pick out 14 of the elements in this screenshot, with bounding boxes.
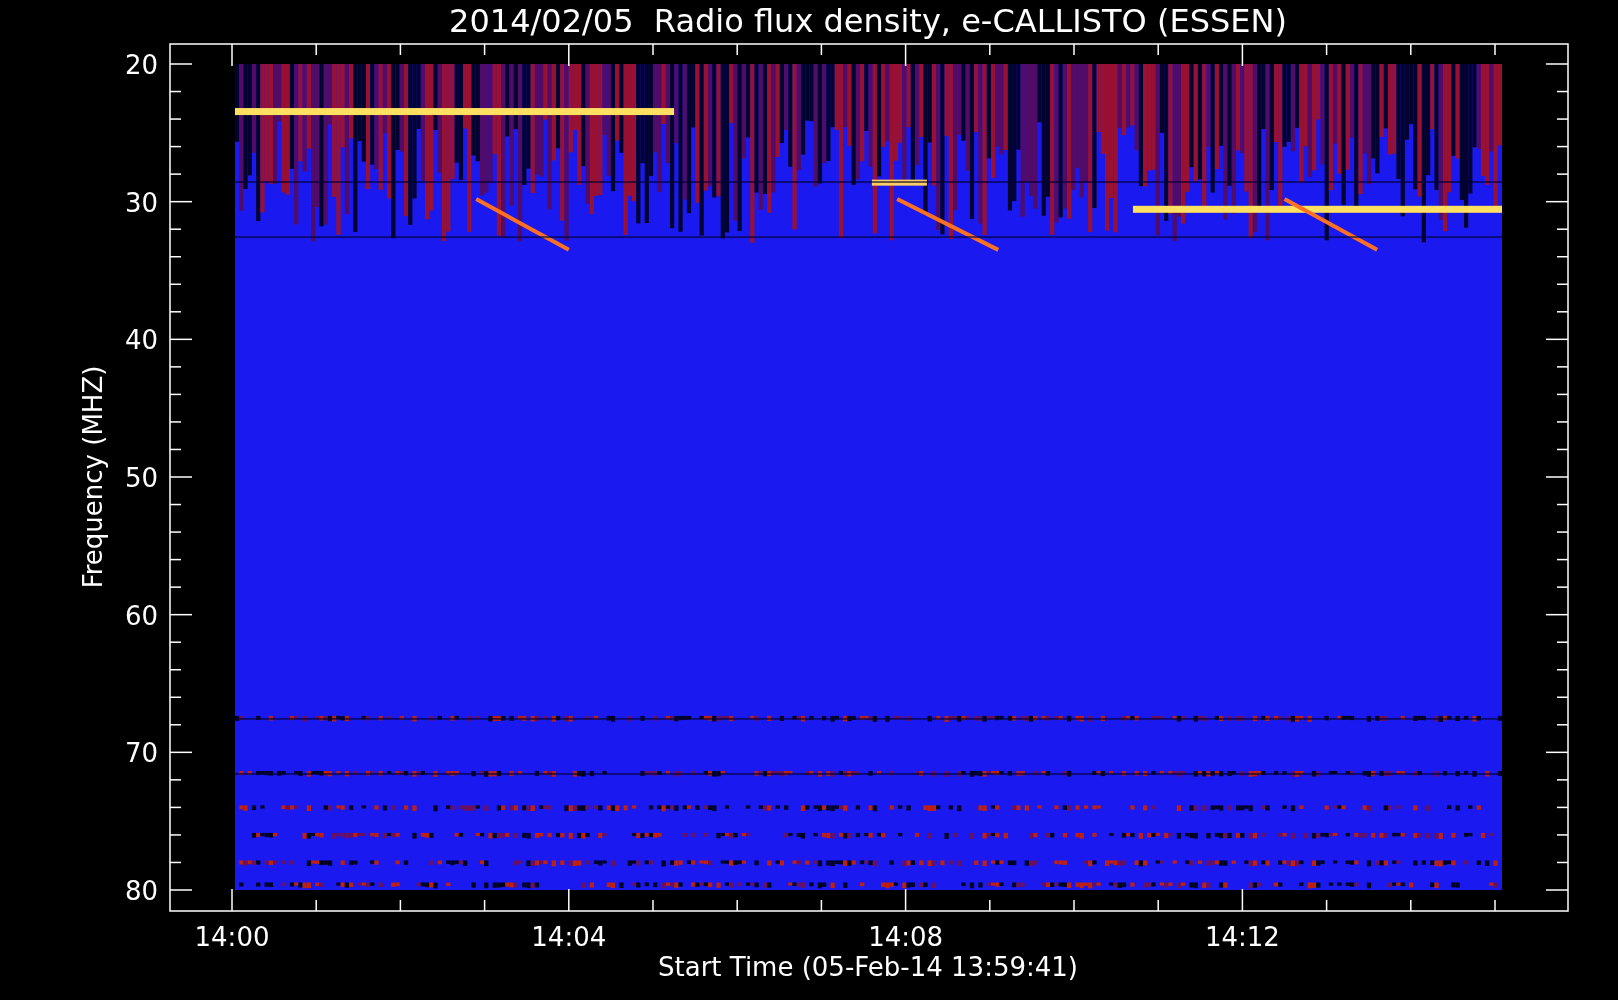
y-tick-label: 50 xyxy=(124,463,158,493)
y-tick-label: 80 xyxy=(124,876,158,906)
x-tick-label: 14:04 xyxy=(531,922,607,952)
y-tick-label: 60 xyxy=(124,600,158,631)
x-tick-label: 14:00 xyxy=(194,922,270,952)
y-tick-label: 30 xyxy=(124,187,158,218)
y-tick-label: 20 xyxy=(124,50,158,80)
x-tick-label: 14:12 xyxy=(1204,922,1280,952)
y-axis-label: Frequency (MHZ) xyxy=(78,365,108,589)
x-tick-label: 14:08 xyxy=(868,922,944,952)
x-axis-label: Start Time (05-Feb-14 13:59:41) xyxy=(658,952,1078,982)
y-tick-label: 70 xyxy=(124,738,158,769)
y-tick-label: 40 xyxy=(124,325,158,356)
chart-title: 2014/02/05 Radio flux density, e-CALLISTO (ESSEN) xyxy=(449,2,1287,40)
